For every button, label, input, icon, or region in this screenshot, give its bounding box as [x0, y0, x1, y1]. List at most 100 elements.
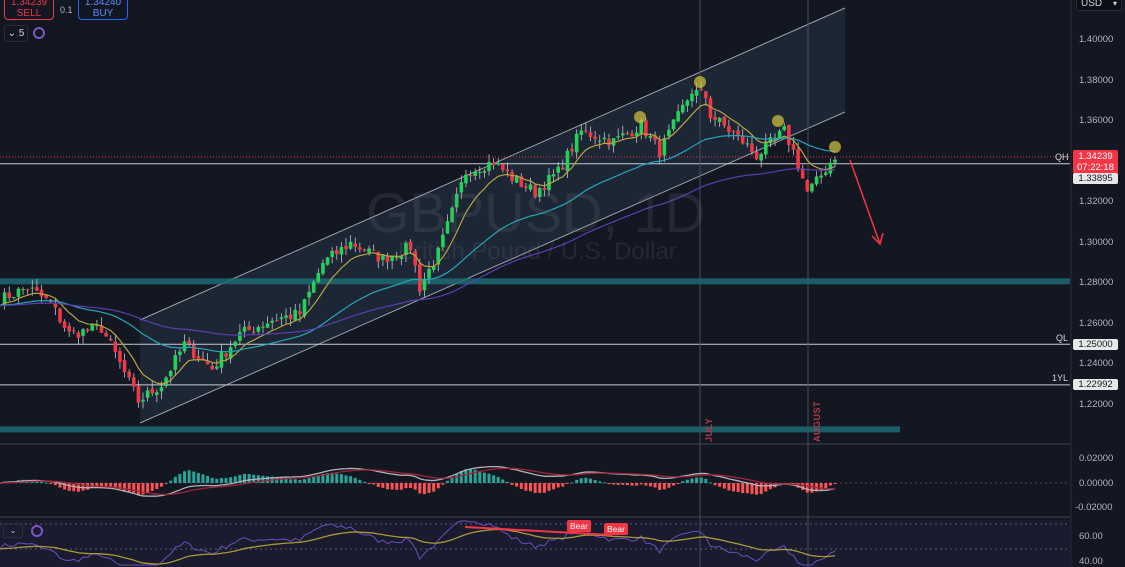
candle-body [298, 311, 302, 315]
macd-histogram-bar [681, 481, 685, 483]
buy-button[interactable]: 1.34240 BUY [78, 0, 128, 20]
price-axis-label: 1.36000 [1079, 115, 1114, 127]
macd-histogram-bar [538, 483, 542, 493]
candle-body [427, 269, 431, 279]
candle-body [814, 176, 819, 185]
candle-body [671, 119, 676, 130]
macd-histogram-bar [828, 483, 832, 486]
macd-histogram-bar [745, 483, 749, 494]
price-axis-label: 1.22000 [1079, 399, 1114, 411]
macd-histogram-bar [478, 470, 482, 483]
candle-body [570, 149, 574, 152]
candle-body [182, 341, 187, 352]
macd-histogram-bar [44, 482, 48, 484]
rsi-settings-icon[interactable] [31, 525, 43, 537]
candle-body [690, 93, 694, 102]
macd-histogram-bar [418, 483, 422, 494]
macd-axis-label: -0.02000 [1075, 502, 1113, 513]
sell-button[interactable]: 1.34239 SELL [4, 0, 54, 20]
bar-countdown: 07:22:18 [1077, 162, 1114, 173]
candle-body [247, 325, 251, 330]
macd-histogram-bar [123, 483, 127, 491]
macd-line [0, 465, 836, 497]
currency-value: USD [1081, 0, 1103, 9]
candle-body [731, 131, 736, 133]
macd-histogram-bar [164, 483, 168, 484]
macd-histogram-bar [492, 475, 496, 483]
candle-body [145, 390, 150, 398]
macd-histogram-bar [155, 483, 159, 490]
macd-histogram-bar [349, 476, 353, 483]
macd-histogram-bar [307, 478, 311, 483]
macd-histogram-bar [53, 483, 57, 486]
candle-body [25, 289, 30, 291]
price-axis-label: 1.30000 [1079, 236, 1114, 248]
candle-body [625, 132, 630, 134]
candle-body [745, 143, 750, 145]
macd-histogram-bar [302, 479, 306, 483]
candle-body [168, 371, 173, 377]
macd-histogram-bar [390, 483, 394, 490]
candle-body [713, 116, 717, 120]
macd-histogram-bar [593, 479, 597, 483]
candle-body [256, 327, 261, 332]
macd-histogram-bar [413, 483, 417, 490]
candle-body [422, 279, 427, 291]
candle-body [191, 344, 196, 358]
macd-histogram-bar [150, 483, 154, 491]
price-chart[interactable] [0, 0, 1125, 567]
candle-body [823, 172, 828, 175]
buy-label: BUY [92, 8, 114, 19]
candle-body [279, 317, 284, 320]
candle-body [30, 287, 35, 289]
macd-histogram-bar [672, 483, 676, 486]
macd-histogram-bar [561, 483, 565, 487]
macd-histogram-bar [505, 481, 509, 483]
macd-histogram-bar [759, 483, 763, 494]
macd-histogram-bar [612, 483, 616, 485]
macd-histogram-bar [588, 478, 592, 483]
macd-histogram-bar [667, 483, 671, 488]
macd-histogram-bar [312, 476, 316, 483]
candle-body [833, 159, 837, 163]
candle-body [561, 167, 565, 170]
macd-histogram-bar [49, 483, 53, 484]
macd-histogram-bar [358, 479, 362, 483]
candle-body [62, 321, 67, 328]
macd-histogram-bar [644, 483, 648, 486]
macd-histogram-bar [127, 483, 131, 492]
candle-body [694, 89, 699, 96]
macd-histogram-bar [266, 476, 270, 483]
macd-histogram-bar [132, 483, 136, 493]
candle-body [579, 130, 584, 135]
candle-body [242, 326, 247, 332]
candle-body [796, 149, 800, 170]
macd-histogram-bar [630, 483, 634, 486]
candle-body [394, 257, 399, 259]
candle-body [381, 255, 385, 260]
currency-select[interactable]: USD ▾ [1076, 0, 1122, 11]
macd-histogram-bar [510, 483, 514, 485]
candle-body [118, 350, 122, 362]
swing-high-marker [772, 115, 784, 127]
candle-body [67, 325, 71, 332]
settings-icon[interactable] [33, 27, 45, 39]
macd-histogram-bar [367, 483, 371, 484]
macd-histogram-bar [372, 483, 376, 485]
candle-body [353, 243, 358, 247]
rsi-collapse-button[interactable]: ⌄ [3, 524, 23, 538]
support-zone [0, 278, 1070, 285]
candle-body [53, 303, 58, 308]
candle-body [330, 250, 334, 257]
macd-histogram-bar [210, 477, 214, 483]
macd-histogram-bar [639, 483, 643, 485]
macd-histogram-bar [399, 483, 403, 490]
candle-body [454, 193, 459, 208]
indicator-collapse-button[interactable]: ⌄ 5 [4, 25, 28, 42]
macd-histogram-bar [602, 482, 606, 484]
candle-body [390, 256, 394, 261]
candle-body [459, 182, 464, 193]
macd-histogram-bar [169, 480, 173, 483]
macd-histogram-bar [658, 483, 662, 490]
qh-value-tag: 1.33895 [1073, 173, 1118, 184]
